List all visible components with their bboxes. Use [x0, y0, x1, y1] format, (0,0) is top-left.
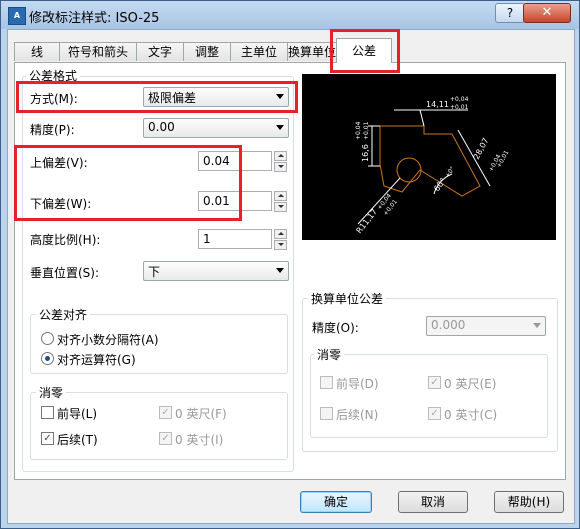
svg-text:+0,01: +0,01	[363, 121, 370, 140]
svg-text:28,07: 28,07	[472, 136, 491, 160]
zero-feet-label: 0 英尺(F)	[175, 407, 227, 421]
lower-value-input[interactable]: 0.01	[198, 191, 272, 211]
precision-combo[interactable]: 0.00	[143, 118, 289, 138]
stepper-down-icon[interactable]	[274, 202, 287, 212]
part-hole	[396, 157, 422, 183]
upper-value-input[interactable]: 0.04	[198, 151, 272, 171]
preview-panel: 14,11 +0,04 +0,01 16,6 +0,04 +0,01 28,07…	[302, 74, 556, 240]
svg-text:+0,04: +0,04	[355, 121, 362, 140]
leading-label[interactable]: 前导(L)	[57, 405, 97, 422]
tab-symbols-arrows[interactable]: 符号和箭头	[59, 42, 137, 61]
alt-zero-inches-label: 0 英寸(C)	[444, 408, 498, 422]
height-scale-label: 高度比例(H):	[30, 233, 101, 247]
vertical-position-label: 垂直位置(S):	[30, 266, 100, 280]
alt-leading-label: 前导(D)	[336, 377, 379, 391]
zero-inches-checkbox[interactable]: ✓	[159, 432, 172, 445]
tab-alternate-units[interactable]: 换算单位	[287, 42, 337, 61]
zero-suppression-group	[30, 392, 288, 460]
chevron-down-icon	[533, 323, 541, 328]
alt-trailing-label: 后续(N)	[336, 408, 379, 422]
tab-tolerances[interactable]: 公差	[336, 38, 392, 63]
stepper-up-icon[interactable]	[274, 229, 287, 239]
lower-value-label: 下偏差(W):	[30, 197, 92, 211]
alt-trailing-checkbox[interactable]	[320, 407, 333, 420]
lower-value-text: 0.01	[203, 194, 230, 208]
cancel-button[interactable]: 取消	[398, 491, 468, 513]
ok-button[interactable]: 确定	[300, 491, 372, 513]
part-outline	[379, 125, 481, 197]
precision-value: 0.00	[148, 120, 175, 134]
precision-label: 精度(P):	[30, 123, 75, 137]
alignment-title: 公差对齐	[36, 306, 91, 323]
title-help-button[interactable]: ?	[495, 3, 525, 23]
trailing-label[interactable]: 后续(T)	[57, 431, 98, 448]
chevron-down-icon	[276, 268, 284, 273]
height-scale-input[interactable]: 1	[198, 229, 272, 249]
trailing-checkbox[interactable]: ✓	[41, 432, 54, 445]
svg-text:+0°: +0°	[444, 165, 457, 179]
alt-precision-combo[interactable]: 0.000	[426, 316, 546, 336]
leading-checkbox[interactable]	[41, 406, 54, 419]
zero-inches-label: 0 英寸(I)	[175, 433, 224, 447]
alt-zero-feet-label: 0 英尺(E)	[444, 377, 497, 391]
method-value: 极限偏差	[148, 91, 197, 105]
method-combo[interactable]: 极限偏差	[143, 87, 289, 107]
alt-zero-feet-checkbox[interactable]: ✓	[428, 376, 441, 389]
svg-text:14,11: 14,11	[426, 100, 449, 109]
close-button[interactable]: ✕	[523, 3, 571, 23]
alt-unit-tolerance-title: 换算单位公差	[308, 290, 387, 307]
window-title: 修改标注样式: ISO-25	[29, 11, 160, 26]
stepper-down-icon[interactable]	[274, 240, 287, 250]
upper-value-stepper[interactable]	[274, 151, 287, 172]
height-scale-stepper[interactable]	[274, 229, 287, 250]
alt-zero-suppression-title: 消零	[314, 346, 345, 363]
svg-text:R11,17: R11,17	[354, 207, 379, 235]
vertical-position-value: 下	[148, 265, 161, 279]
svg-text:+0,04: +0,04	[450, 96, 469, 103]
alt-precision-label: 精度(O):	[312, 321, 359, 335]
method-label: 方式(M):	[30, 92, 78, 106]
stepper-up-icon[interactable]	[274, 151, 287, 161]
tolerance-format-title: 公差格式	[26, 67, 81, 84]
align-operator-radio[interactable]	[41, 352, 54, 365]
alt-zero-suppression-group	[310, 354, 548, 438]
help-button[interactable]: 帮助(H)	[494, 491, 564, 513]
chevron-down-icon	[276, 125, 284, 130]
tab-text[interactable]: 文字	[136, 42, 184, 61]
stepper-up-icon[interactable]	[274, 191, 287, 201]
alt-leading-checkbox[interactable]	[320, 376, 333, 389]
align-operator-label[interactable]: 对齐运算符(G)	[57, 351, 136, 368]
zero-suppression-title: 消零	[36, 384, 67, 401]
alt-zero-inches-checkbox[interactable]: ✓	[428, 407, 441, 420]
upper-value-label: 上偏差(V):	[30, 156, 88, 170]
vertical-position-combo[interactable]: 下	[143, 261, 289, 281]
align-decimal-radio[interactable]	[41, 332, 54, 345]
tab-lines[interactable]: 线	[14, 42, 60, 61]
svg-text:16,6: 16,6	[361, 144, 370, 162]
zero-feet-checkbox[interactable]: ✓	[159, 406, 172, 419]
title-bar[interactable]: A 修改标注样式: ISO-25 ? ✕	[1, 1, 579, 29]
stepper-down-icon[interactable]	[274, 162, 287, 172]
svg-text:+0,01: +0,01	[450, 104, 469, 111]
tab-primary-units[interactable]: 主单位	[230, 42, 288, 61]
tab-fit[interactable]: 调整	[183, 42, 231, 61]
align-decimal-label[interactable]: 对齐小数分隔符(A)	[57, 331, 159, 348]
chevron-down-icon	[276, 94, 284, 99]
lower-value-stepper[interactable]	[274, 191, 287, 212]
upper-value-text: 0.04	[203, 154, 230, 168]
app-icon: A	[8, 7, 26, 25]
height-scale-text: 1	[203, 232, 211, 246]
alt-precision-value: 0.000	[431, 318, 466, 332]
preview-drawing: 14,11 +0,04 +0,01 16,6 +0,04 +0,01 28,07…	[354, 96, 510, 235]
